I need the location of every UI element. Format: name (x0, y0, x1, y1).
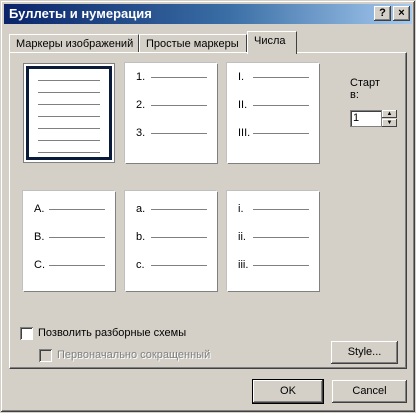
marker-label: b. (136, 231, 146, 243)
marker-label: ii. (238, 231, 246, 243)
ok-button[interactable]: OK (252, 379, 324, 404)
numbering-tile-none[interactable] (23, 63, 115, 163)
help-button[interactable]: ? (374, 6, 391, 21)
window-title: Буллеты и нумерация (9, 6, 152, 21)
tab-label: Числа (254, 35, 286, 47)
title-bar[interactable]: Буллеты и нумерация ? × (4, 4, 412, 24)
numbering-tile-alpha-lower[interactable]: a. b. c. (125, 191, 217, 291)
marker-label: A. (34, 203, 45, 215)
tab-simple-bullets[interactable]: Простые маркеры (139, 34, 247, 53)
arrow-down-icon: ▼ (386, 120, 393, 126)
marker-label: iii. (238, 259, 249, 271)
marker-label: II. (238, 99, 248, 111)
marker-label: c. (136, 259, 145, 271)
start-at-label: Старт в: (350, 77, 380, 101)
numbering-tile-alpha-upper[interactable]: A. B. C. (23, 191, 115, 291)
marker-label: III. (238, 127, 251, 139)
numbering-tile-roman-lower[interactable]: i. ii. iii. (227, 191, 319, 291)
close-button[interactable]: × (393, 6, 410, 21)
marker-label: 3. (136, 127, 146, 139)
spin-down-button[interactable]: ▼ (382, 119, 397, 127)
allow-outline-label: Позволить разборные схемы (38, 327, 187, 339)
help-icon: ? (379, 7, 386, 19)
marker-label: 1. (136, 71, 146, 83)
start-at-input[interactable]: 1 (350, 110, 382, 127)
dialog-window: Буллеты и нумерация ? × Маркеры изображе… (0, 0, 416, 413)
numbering-tile-roman-upper[interactable]: I. II. III. (227, 63, 319, 163)
tab-label: Простые маркеры (146, 38, 239, 50)
close-icon: × (398, 7, 405, 19)
marker-label: I. (238, 71, 245, 83)
cancel-button[interactable]: Cancel (332, 380, 407, 403)
marker-label: i. (238, 203, 244, 215)
style-button[interactable]: Style... (331, 341, 398, 364)
numbering-tile-arabic[interactable]: 1. 2. 3. (125, 63, 217, 163)
marker-label: 2. (136, 99, 146, 111)
allow-outline-checkbox[interactable] (20, 327, 33, 340)
tab-label: Маркеры изображений (16, 38, 134, 50)
marker-label: B. (34, 231, 45, 243)
initially-collapsed-checkbox[interactable] (39, 349, 52, 362)
spin-up-button[interactable]: ▲ (382, 110, 397, 118)
arrow-up-icon: ▲ (386, 111, 393, 117)
tab-picture-bullets[interactable]: Маркеры изображений (9, 34, 139, 53)
initially-collapsed-label: Первоначально сокращенный (57, 349, 211, 361)
marker-label: a. (136, 203, 146, 215)
tab-numbers[interactable]: Числа (247, 31, 297, 54)
marker-label: C. (34, 259, 45, 271)
